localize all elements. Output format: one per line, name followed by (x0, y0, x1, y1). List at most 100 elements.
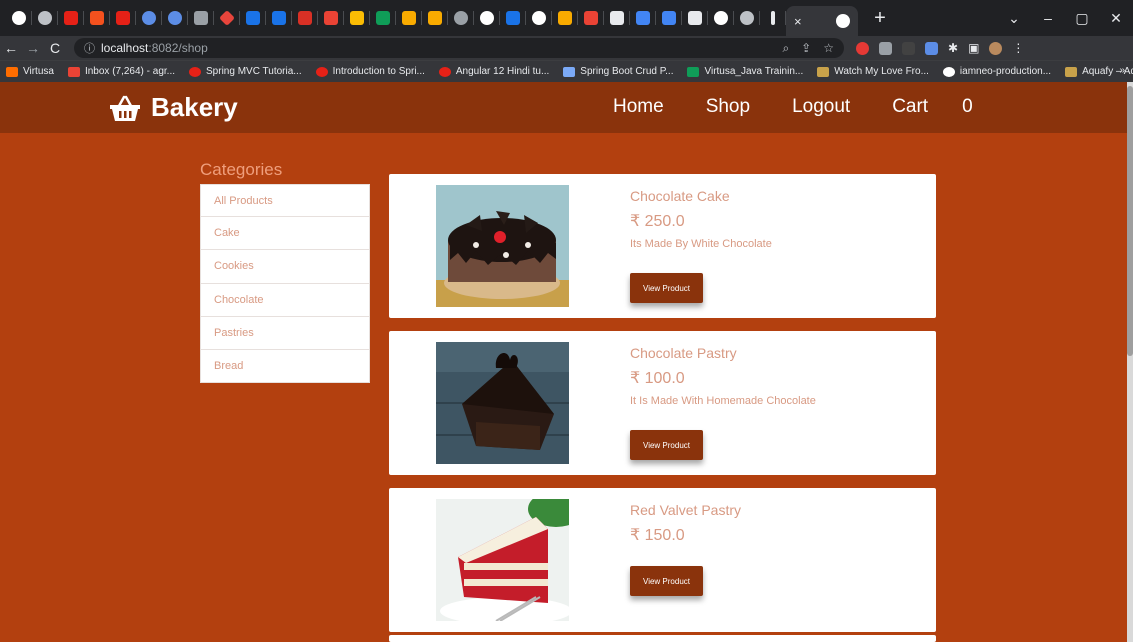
category-cookies[interactable]: Cookies (200, 250, 370, 284)
new-tab-button[interactable]: + (868, 7, 892, 30)
tab-favicon[interactable] (162, 0, 188, 36)
tab-favicon[interactable] (136, 0, 162, 36)
product-card: Red Valvet Pastry ₹ 150.0 View Product (389, 488, 936, 632)
reload-icon[interactable]: C (44, 40, 66, 56)
tab-favicon[interactable] (32, 0, 58, 36)
tab-favicon[interactable] (344, 0, 370, 36)
tab-favicon[interactable] (240, 0, 266, 36)
tab-favicon[interactable] (682, 0, 708, 36)
tab-favicon[interactable] (84, 0, 110, 36)
tab-search-icon[interactable]: ⌄ (997, 10, 1031, 27)
product-description: Its Made By White Chocolate (630, 238, 772, 250)
minimize-icon[interactable]: – (1031, 10, 1065, 26)
bookmark-item[interactable]: Virtusa (6, 66, 54, 77)
bookmark-label: Aquafy – Aqua Far... (1082, 66, 1133, 77)
bookmark-label: iamneo-production... (959, 66, 1052, 77)
tab-favicon[interactable] (266, 0, 292, 36)
tab-favicon[interactable] (110, 0, 136, 36)
tab-favicon[interactable] (292, 0, 318, 36)
bookmark-label: Watch My Love Fro... (834, 66, 929, 77)
categories-title: Categories (200, 160, 283, 179)
category-pastries[interactable]: Pastries (200, 316, 370, 351)
scrollbar-thumb[interactable] (1127, 86, 1133, 356)
bookmark-label: Spring MVC Tutoria... (206, 66, 302, 77)
tab-favicon[interactable] (734, 0, 760, 36)
bookmark-item[interactable]: Watch My Love Fro... (817, 66, 929, 77)
youtube-icon (438, 66, 451, 77)
maximize-icon[interactable]: ▢ (1065, 10, 1099, 27)
product-card: Chocolate Pastry ₹ 100.0 It Is Made With… (389, 331, 936, 475)
bookmark-item[interactable]: Spring Boot Crud P... (563, 66, 673, 77)
bookmark-star-icon[interactable]: ☆ (823, 41, 834, 56)
nav-home[interactable]: Home (613, 96, 664, 118)
category-bread[interactable]: Bread (200, 350, 370, 384)
browser-tab-strip: × + ⌄ – ▢ ✕ (0, 0, 1133, 36)
bookmark-item[interactable]: Inbox (7,264) - agr... (67, 66, 175, 77)
menu-icon[interactable]: ⋮ (1012, 41, 1024, 55)
gmail-icon (67, 66, 80, 77)
tab-favicon[interactable] (188, 0, 214, 36)
product-price: ₹ 100.0 (630, 370, 685, 387)
product-image-chocolate-cake (436, 185, 569, 307)
bookmark-item[interactable]: Virtusa_Java Trainin... (687, 66, 803, 77)
tab-favicon[interactable] (760, 0, 786, 36)
bookmarks-bar: Virtusa Inbox (7,264) - agr... Spring MV… (0, 60, 1133, 82)
nav-logout[interactable]: Logout (792, 96, 850, 118)
extension-icon[interactable] (902, 41, 915, 55)
back-icon[interactable]: ← (0, 40, 22, 56)
tab-favicon[interactable] (318, 0, 344, 36)
product-price: ₹ 150.0 (630, 527, 685, 544)
bookmark-label: Virtusa_Java Trainin... (704, 66, 804, 77)
tab-favicon[interactable] (474, 0, 500, 36)
tab-favicon[interactable] (526, 0, 552, 36)
tab-favicon[interactable] (578, 0, 604, 36)
bookmarks-more-button[interactable]: » (1119, 65, 1125, 76)
tab-close-icon[interactable]: × (794, 14, 802, 29)
product-price: ₹ 250.0 (630, 213, 685, 230)
tab-favicon[interactable] (214, 0, 240, 36)
tab-favicon[interactable] (708, 0, 734, 36)
info-icon[interactable]: ⓘ (84, 40, 95, 56)
url-input[interactable]: ⓘ localhost:8082/shop ⌕ ⇪ ☆ (74, 38, 844, 58)
bookmark-item[interactable]: Introduction to Spri... (315, 66, 425, 77)
view-product-button[interactable]: View Product (630, 430, 703, 460)
tab-favicon[interactable] (6, 0, 32, 36)
extension-icon[interactable] (879, 41, 892, 55)
tab-favicon[interactable] (656, 0, 682, 36)
product-card (389, 635, 936, 642)
tab-favicon[interactable] (604, 0, 630, 36)
view-product-button[interactable]: View Product (630, 273, 703, 303)
nav-cart[interactable]: Cart (892, 96, 928, 118)
bookmark-label: Virtusa (23, 66, 54, 77)
tab-favicon[interactable] (396, 0, 422, 36)
zoom-icon[interactable]: ⌕ (782, 41, 789, 56)
tab-favicon[interactable] (422, 0, 448, 36)
share-icon[interactable]: ⇪ (801, 41, 811, 56)
puzzle-icon[interactable]: ✱ (948, 41, 958, 55)
category-cake[interactable]: Cake (200, 217, 370, 251)
tab-favicon[interactable] (370, 0, 396, 36)
nav-shop[interactable]: Shop (706, 96, 750, 118)
profile-avatar[interactable] (989, 41, 1003, 55)
bookmark-item[interactable]: iamneo-production... (942, 66, 1052, 77)
category-chocolate[interactable]: Chocolate (200, 283, 370, 317)
tab-favicon[interactable] (552, 0, 578, 36)
tab-favicon[interactable] (500, 0, 526, 36)
bookmark-item[interactable]: Angular 12 Hindi tu... (438, 66, 550, 77)
brand[interactable]: Bakery (109, 92, 238, 123)
basket-icon (110, 95, 140, 121)
bookmark-item[interactable]: Spring MVC Tutoria... (189, 66, 302, 77)
tab-favicon[interactable] (58, 0, 84, 36)
view-product-button[interactable]: View Product (630, 566, 703, 596)
active-tab[interactable]: × (786, 6, 858, 36)
forward-icon[interactable]: → (22, 40, 44, 56)
category-all-products[interactable]: All Products (200, 184, 370, 217)
sidepanel-icon[interactable]: ▣ (968, 41, 979, 55)
bookmark-label: Angular 12 Hindi tu... (455, 66, 550, 77)
extension-icon[interactable] (925, 41, 938, 55)
tab-favicon[interactable] (448, 0, 474, 36)
adblock-icon[interactable] (856, 41, 869, 55)
tab-favicon[interactable] (630, 0, 656, 36)
address-bar: ← → C ⓘ localhost:8082/shop ⌕ ⇪ ☆ ✱ ▣ ⋮ (0, 36, 1133, 60)
close-icon[interactable]: ✕ (1099, 10, 1133, 27)
